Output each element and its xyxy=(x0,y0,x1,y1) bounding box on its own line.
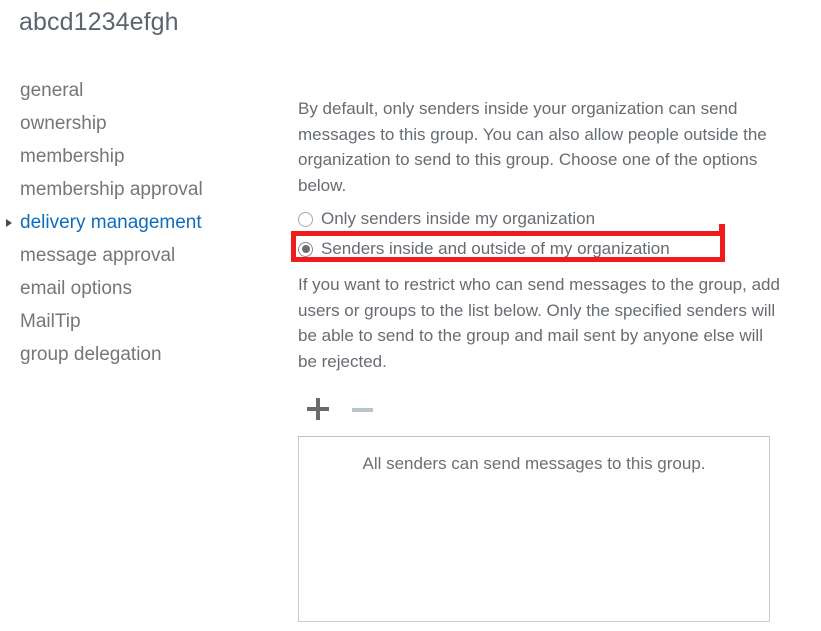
radio-option-label: Only senders inside my organization xyxy=(321,209,595,229)
selected-arrow-icon xyxy=(6,219,12,227)
intro-paragraph: By default, only senders inside your org… xyxy=(298,96,780,198)
sidebar-item-group-delegation[interactable]: group delegation xyxy=(0,338,280,371)
sidebar-item-label: group delegation xyxy=(20,344,162,365)
sidebar-item-membership[interactable]: membership xyxy=(0,140,280,173)
sidebar-item-label: MailTip xyxy=(20,311,81,332)
sidebar-item-label: ownership xyxy=(20,113,107,134)
sidebar-item-label: email options xyxy=(20,278,132,299)
sidebar-item-label: membership xyxy=(20,146,125,167)
main-content: By default, only senders inside your org… xyxy=(298,96,788,622)
sidebar-item-mailtip[interactable]: MailTip xyxy=(0,305,280,338)
delivery-restriction-radio-group: Only senders inside my organization Send… xyxy=(298,204,788,264)
sidebar-item-label: general xyxy=(20,80,83,101)
sidebar-item-general[interactable]: general xyxy=(0,74,280,107)
sidebar-item-delivery-management[interactable]: delivery management xyxy=(0,206,280,239)
add-sender-button[interactable] xyxy=(303,394,333,424)
sidebar-nav: general ownership membership membership … xyxy=(0,74,280,371)
senders-empty-message: All senders can send messages to this gr… xyxy=(299,454,769,474)
sidebar-item-message-approval[interactable]: message approval xyxy=(0,239,280,272)
radio-option-inside-only[interactable]: Only senders inside my organization xyxy=(298,204,788,234)
radio-option-label: Senders inside and outside of my organiz… xyxy=(321,239,670,259)
senders-listbox[interactable]: All senders can send messages to this gr… xyxy=(298,436,770,622)
restrict-paragraph: If you want to restrict who can send mes… xyxy=(298,272,780,374)
senders-list-toolbar xyxy=(298,392,788,426)
sidebar-item-ownership[interactable]: ownership xyxy=(0,107,280,140)
radio-checked-icon[interactable] xyxy=(298,242,313,257)
sidebar-item-label: delivery management xyxy=(20,212,202,233)
remove-sender-button[interactable] xyxy=(347,394,377,424)
plus-icon xyxy=(316,398,320,420)
page-title: abcd1234efgh xyxy=(19,8,179,37)
sidebar-item-label: membership approval xyxy=(20,179,203,200)
minus-icon xyxy=(352,408,373,412)
sidebar-item-membership-approval[interactable]: membership approval xyxy=(0,173,280,206)
radio-unchecked-icon[interactable] xyxy=(298,212,313,227)
sidebar-item-label: message approval xyxy=(20,245,175,266)
radio-option-inside-and-outside[interactable]: Senders inside and outside of my organiz… xyxy=(298,234,788,264)
sidebar-item-email-options[interactable]: email options xyxy=(0,272,280,305)
